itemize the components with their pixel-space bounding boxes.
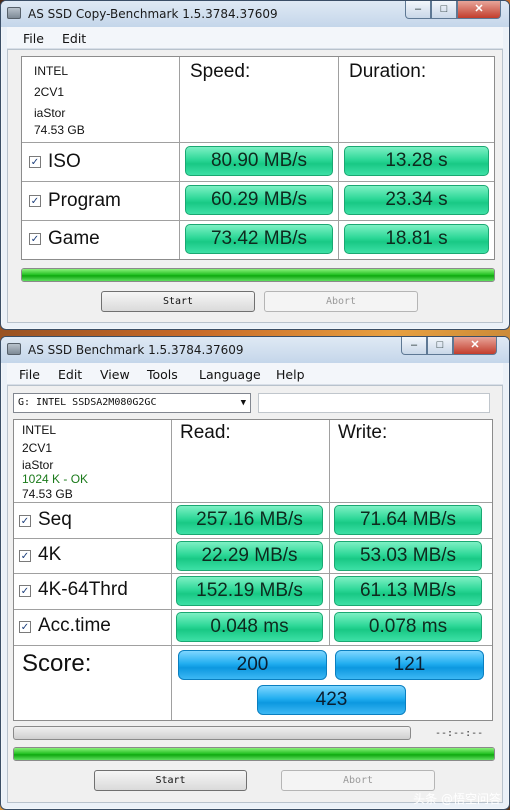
score-total-value: 423 bbox=[257, 685, 406, 715]
acc-time-read-value: 0.048 ms bbox=[176, 612, 323, 642]
drive-capacity: 74.53 GB bbox=[34, 123, 85, 137]
4k-64thrd-write-value: 61.13 MB/s bbox=[334, 576, 482, 606]
menu-tools[interactable]: Tools bbox=[147, 367, 178, 382]
copy-benchmark-window: AS SSD Copy-Benchmark 1.5.3784.37609 – □… bbox=[0, 0, 510, 330]
info-textbox[interactable] bbox=[258, 393, 490, 413]
drive-select-value: G: INTEL SSDSA2M080G2GC bbox=[18, 397, 157, 408]
copy-client-area: INTEL 2CV1 iaStor 74.53 GB Speed: Durati… bbox=[7, 49, 503, 323]
menu-language[interactable]: Language bbox=[199, 367, 261, 382]
title-bar[interactable]: AS SSD Copy-Benchmark 1.5.3784.37609 – □… bbox=[1, 1, 509, 27]
score-read-value: 200 bbox=[178, 650, 327, 680]
window-title: AS SSD Copy-Benchmark 1.5.3784.37609 bbox=[28, 7, 278, 21]
total-progress-fill bbox=[14, 748, 494, 760]
results-grid: INTEL 2CV1 iaStor 74.53 GB Speed: Durati… bbox=[21, 56, 495, 260]
4k-label: 4K bbox=[38, 544, 62, 565]
game-label: Game bbox=[48, 228, 100, 249]
acc-time-write-value: 0.078 ms bbox=[334, 612, 482, 642]
acc-time-checkbox[interactable]: ✓ bbox=[19, 621, 31, 633]
close-button[interactable]: ✕ bbox=[453, 337, 497, 355]
iso-duration-value: 13.28 s bbox=[344, 146, 489, 176]
score-label: Score: bbox=[22, 650, 92, 677]
start-button[interactable]: Start bbox=[101, 291, 255, 312]
seq-write-value: 71.64 MB/s bbox=[334, 505, 482, 535]
seq-read-value: 257.16 MB/s bbox=[176, 505, 323, 535]
speed-header: Speed: bbox=[190, 61, 251, 82]
test-progress-bar bbox=[13, 726, 411, 740]
4k-64thrd-read-value: 152.19 MB/s bbox=[176, 576, 323, 606]
4k-64thrd-checkbox[interactable]: ✓ bbox=[19, 585, 31, 597]
score-write-value: 121 bbox=[335, 650, 484, 680]
game-speed-value: 73.42 MB/s bbox=[185, 224, 333, 254]
write-header: Write: bbox=[338, 422, 388, 443]
4k-checkbox[interactable]: ✓ bbox=[19, 550, 31, 562]
menu-bar: File Edit bbox=[7, 27, 503, 49]
duration-header: Duration: bbox=[349, 61, 427, 82]
4k-write-value: 53.03 MB/s bbox=[334, 541, 482, 571]
drive-driver: iaStor bbox=[34, 106, 66, 120]
drive-capacity: 74.53 GB bbox=[22, 487, 73, 501]
abort-button[interactable]: Abort bbox=[281, 770, 435, 791]
bench-client-area: G: INTEL SSDSA2M080G2GC ▼ INTEL 2CV1 iaS… bbox=[7, 385, 503, 803]
iso-label: ISO bbox=[48, 151, 81, 172]
watermark-text: 头条 @悟空问答 bbox=[413, 792, 501, 806]
app-drive-icon bbox=[7, 7, 21, 19]
app-drive-icon bbox=[7, 343, 21, 355]
minimize-button[interactable]: – bbox=[401, 337, 427, 355]
game-checkbox[interactable]: ✓ bbox=[29, 233, 41, 245]
seq-checkbox[interactable]: ✓ bbox=[19, 515, 31, 527]
window-title: AS SSD Benchmark 1.5.3784.37609 bbox=[28, 343, 244, 357]
alignment-status: 1024 K - OK bbox=[22, 472, 89, 486]
program-label: Program bbox=[48, 190, 121, 211]
copy-progress-bar bbox=[21, 268, 495, 282]
title-bar[interactable]: AS SSD Benchmark 1.5.3784.37609 – □ ✕ bbox=[1, 337, 509, 363]
4k-64thrd-label: 4K-64Thrd bbox=[38, 579, 128, 600]
seq-label: Seq bbox=[38, 509, 72, 530]
iso-checkbox[interactable]: ✓ bbox=[29, 156, 41, 168]
abort-button[interactable]: Abort bbox=[264, 291, 418, 312]
menu-edit[interactable]: Edit bbox=[62, 31, 86, 46]
start-button[interactable]: Start bbox=[94, 770, 247, 791]
4k-read-value: 22.29 MB/s bbox=[176, 541, 323, 571]
maximize-button[interactable]: □ bbox=[427, 337, 453, 355]
total-progress-bar bbox=[13, 747, 495, 761]
program-speed-value: 60.29 MB/s bbox=[185, 185, 333, 215]
menu-bar: File Edit View Tools Language Help bbox=[7, 363, 503, 385]
maximize-button[interactable]: □ bbox=[431, 1, 457, 19]
program-duration-value: 23.34 s bbox=[344, 185, 489, 215]
program-checkbox[interactable]: ✓ bbox=[29, 195, 41, 207]
copy-progress-fill bbox=[22, 269, 494, 281]
drive-firmware: 2CV1 bbox=[22, 441, 53, 455]
chevron-down-icon: ▼ bbox=[240, 398, 246, 408]
menu-file[interactable]: File bbox=[23, 31, 44, 46]
close-button[interactable]: ✕ bbox=[457, 1, 501, 19]
menu-help[interactable]: Help bbox=[276, 367, 305, 382]
elapsed-time: --:--:-- bbox=[435, 728, 484, 739]
results-grid: INTEL 2CV1 iaStor 1024 K - OK 74.53 GB R… bbox=[13, 419, 493, 721]
read-header: Read: bbox=[180, 422, 231, 443]
acc-time-label: Acc.time bbox=[38, 615, 111, 636]
game-duration-value: 18.81 s bbox=[344, 224, 489, 254]
drive-select[interactable]: G: INTEL SSDSA2M080G2GC ▼ bbox=[13, 393, 251, 413]
minimize-button[interactable]: – bbox=[405, 1, 431, 19]
iso-speed-value: 80.90 MB/s bbox=[185, 146, 333, 176]
menu-view[interactable]: View bbox=[100, 367, 130, 382]
benchmark-window: AS SSD Benchmark 1.5.3784.37609 – □ ✕ Fi… bbox=[0, 336, 510, 810]
drive-vendor: INTEL bbox=[22, 423, 57, 437]
menu-edit[interactable]: Edit bbox=[58, 367, 82, 382]
drive-vendor: INTEL bbox=[34, 64, 69, 78]
drive-firmware: 2CV1 bbox=[34, 85, 65, 99]
menu-file[interactable]: File bbox=[19, 367, 40, 382]
